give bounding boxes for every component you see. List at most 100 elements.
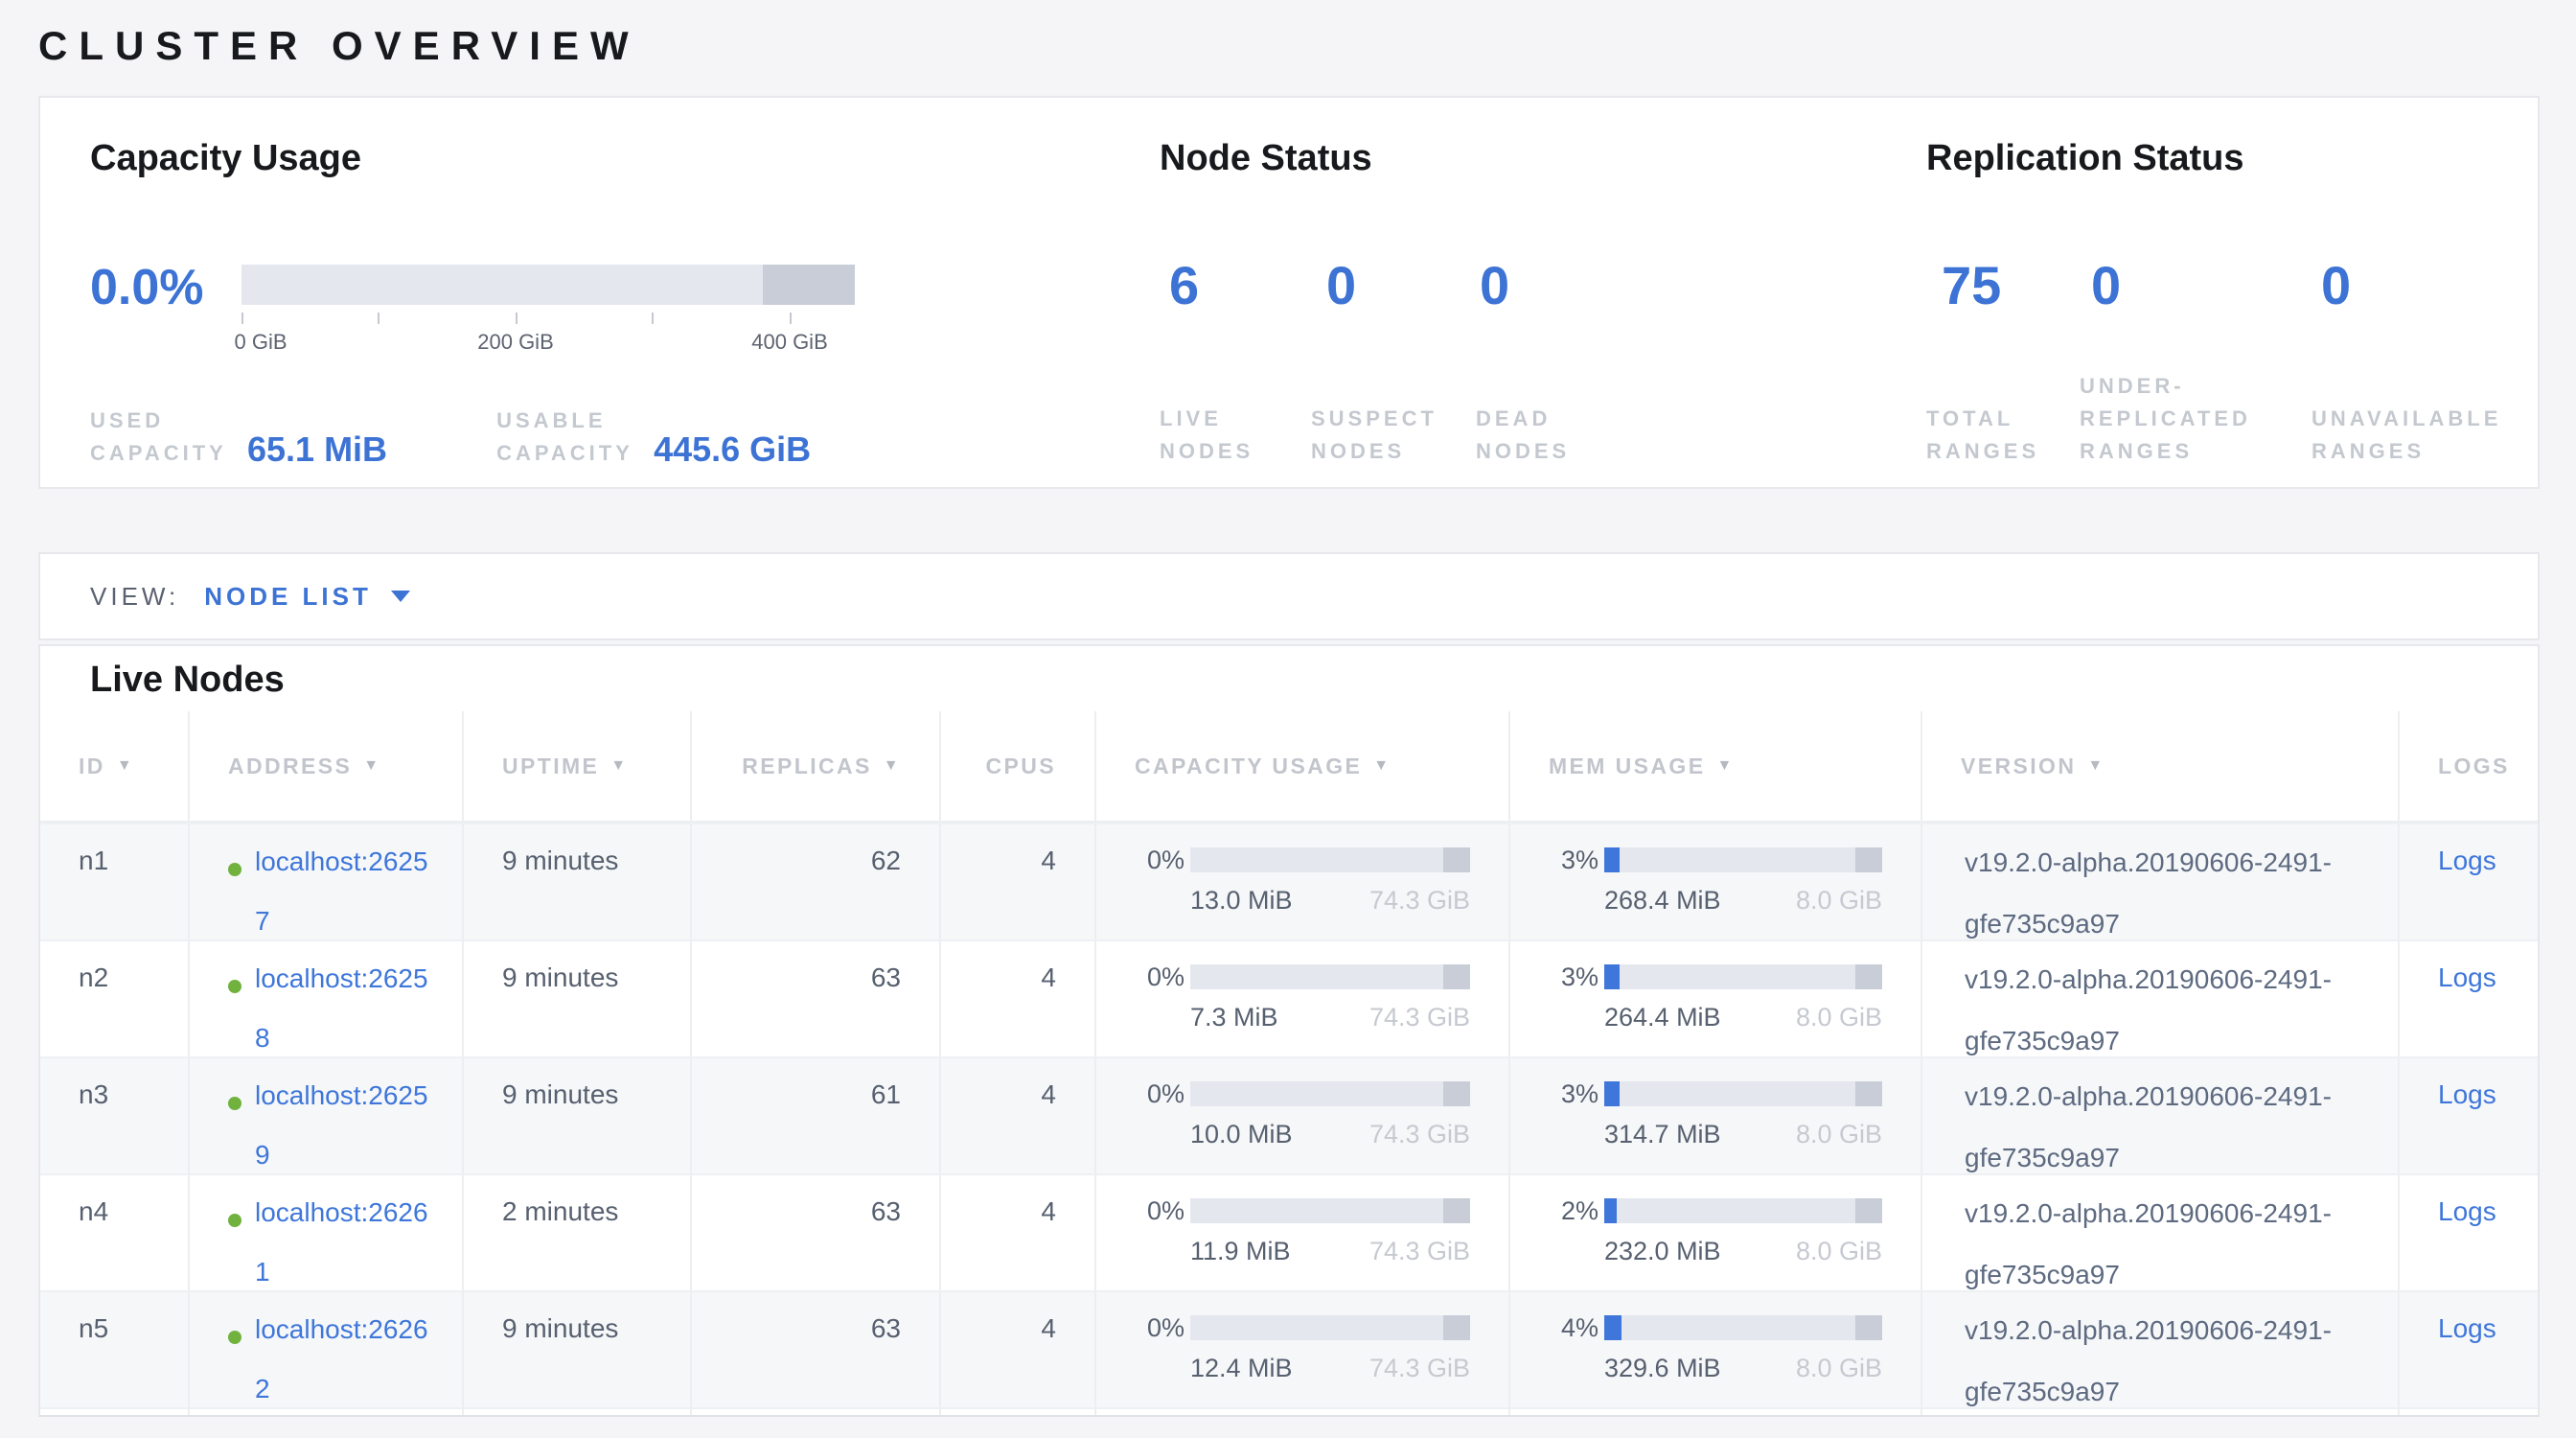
node-id-cell: n5 — [40, 1292, 188, 1407]
capacity-total-value: 74.3 GiB — [1369, 1001, 1470, 1033]
cpus-cell: 4 — [939, 1058, 1094, 1173]
mem-usage-cell: 4% 329.6 MiB 8.0 GiB — [1508, 1292, 1920, 1407]
node-address-cell: localhost:26257 — [188, 824, 462, 939]
mem-total-value: 8.0 GiB — [1796, 884, 1882, 916]
summary-card: Capacity Usage 0.0% 0 GiB 200 GiB 400 Gi… — [38, 96, 2540, 489]
cpus-cell: 4 — [939, 824, 1094, 939]
capacity-usage-title: Capacity Usage — [90, 138, 361, 179]
used-capacity-value: 65.1 MiB — [247, 431, 387, 468]
capacity-reserved-segment — [1443, 1198, 1470, 1223]
node-address-link[interactable]: localhost:26259 — [255, 1066, 443, 1173]
dead-nodes-count: 0 — [1480, 255, 1509, 316]
live-status-dot — [228, 1331, 242, 1344]
logs-link[interactable]: Logs — [2438, 1313, 2496, 1343]
mem-used-value: 268.4 MiB — [1604, 884, 1721, 916]
mem-fill — [1604, 1081, 1620, 1106]
capacity-total-value: 74.3 GiB — [1369, 1235, 1470, 1267]
node-status-title: Node Status — [1160, 138, 1372, 179]
capacity-usage-cell: 0% 7.3 MiB 74.3 GiB — [1094, 941, 1508, 1056]
uptime-cell: 9 minutes — [462, 941, 690, 1056]
replication-status-section: Replication Status 75 0 0 TOTAL RANGES U… — [1926, 98, 2530, 487]
capacity-usage-cell: 0% 12.4 MiB 74.3 GiB — [1094, 1292, 1508, 1407]
header-mem-usage[interactable]: MEM USAGE▼ — [1508, 711, 1920, 821]
capacity-reserved-segment — [1443, 964, 1470, 989]
node-status-values: 6 0 0 — [1169, 255, 1509, 316]
capacity-total-value: 74.3 GiB — [1369, 1118, 1470, 1150]
node-id-cell: n1 — [40, 824, 188, 939]
node-address-link[interactable]: localhost:26261 — [255, 1183, 443, 1290]
axis-tick — [516, 313, 518, 324]
capacity-reserved-segment — [1443, 1081, 1470, 1106]
node-address-link[interactable]: localhost:26257 — [255, 832, 443, 939]
axis-tick-label: 0 GiB — [234, 330, 287, 355]
capacity-usage-cell: 0% 13.0 MiB 74.3 GiB — [1094, 824, 1508, 939]
replicas-cell: 63 — [690, 1292, 939, 1407]
uptime-cell: 9 minutes — [462, 1292, 690, 1407]
capacity-total-value: 74.3 GiB — [1369, 1352, 1470, 1384]
header-address[interactable]: ADDRESS▼ — [188, 711, 462, 821]
mem-mini-bar — [1604, 1315, 1882, 1340]
header-version[interactable]: VERSION▼ — [1920, 711, 2398, 821]
page-title: CLUSTER OVERVIEW — [38, 23, 640, 69]
mem-used-value: 329.6 MiB — [1604, 1352, 1721, 1384]
logs-link[interactable]: Logs — [2438, 963, 2496, 992]
partial-next-row — [40, 1407, 2538, 1417]
version-cell: v19.2.0-alpha.20190606-2491-gfe735c9a97 — [1920, 941, 2398, 1056]
node-id-cell: n3 — [40, 1058, 188, 1173]
usable-capacity-label: USABLE CAPACITY — [496, 405, 638, 470]
header-replicas[interactable]: REPLICAS▼ — [690, 711, 939, 821]
mem-reserved-segment — [1855, 1198, 1882, 1223]
logs-cell: Logs — [2398, 824, 2538, 939]
mem-percent: 2% — [1537, 1192, 1598, 1230]
mem-usage-cell: 3% 264.4 MiB 8.0 GiB — [1508, 941, 1920, 1056]
mem-used-value: 264.4 MiB — [1604, 1001, 1721, 1033]
node-status-section: Node Status 6 0 0 LIVE NODES SUSPECT NOD… — [1160, 98, 1898, 487]
node-address-cell: localhost:26258 — [188, 941, 462, 1056]
mem-reserved-segment — [1855, 1081, 1882, 1106]
node-address-link[interactable]: localhost:26262 — [255, 1300, 443, 1407]
header-capacity-usage[interactable]: CAPACITY USAGE▼ — [1094, 711, 1508, 821]
header-uptime[interactable]: UPTIME▼ — [462, 711, 690, 821]
live-nodes-card: Live Nodes ID▼ ADDRESS▼ UPTIME▼ REPLICAS… — [38, 644, 2540, 1417]
replication-values: 75 0 0 — [1942, 255, 2351, 316]
capacity-mini-bar — [1190, 1198, 1470, 1223]
axis-tick-label: 400 GiB — [751, 330, 828, 355]
logs-link[interactable]: Logs — [2438, 846, 2496, 875]
header-id[interactable]: ID▼ — [40, 711, 188, 821]
logs-cell: Logs — [2398, 1058, 2538, 1173]
capacity-used-value: 7.3 MiB — [1190, 1001, 1278, 1033]
under-replicated-ranges-label: UNDER- REPLICATED RANGES — [2080, 370, 2312, 468]
version-cell: v19.2.0-alpha.20190606-2491-gfe735c9a97 — [1920, 1058, 2398, 1173]
capacity-usage-cell: 0% 10.0 MiB 74.3 GiB — [1094, 1058, 1508, 1173]
node-status-labels: LIVE NODES SUSPECT NODES DEAD NODES — [1160, 403, 1570, 468]
mem-reserved-segment — [1855, 964, 1882, 989]
cpus-cell: 4 — [939, 1292, 1094, 1407]
mem-fill — [1604, 964, 1620, 989]
mem-usage-cell: 3% 268.4 MiB 8.0 GiB — [1508, 824, 1920, 939]
sort-arrow-icon: ▼ — [1373, 757, 1391, 775]
capacity-total-value: 74.3 GiB — [1369, 884, 1470, 916]
mem-percent: 3% — [1537, 841, 1598, 879]
view-label: VIEW: — [90, 582, 179, 612]
axis-tick — [790, 313, 792, 324]
table-row: n1 localhost:26257 9 minutes 62 4 0% 13.… — [40, 823, 2538, 939]
cpus-cell: 4 — [939, 1175, 1094, 1290]
dead-nodes-label: DEAD NODES — [1476, 403, 1570, 468]
capacity-percent: 0% — [1123, 958, 1184, 996]
mem-used-value: 314.7 MiB — [1604, 1118, 1721, 1150]
view-dropdown[interactable]: NODE LIST — [204, 582, 410, 612]
axis-tick — [378, 313, 380, 324]
mem-mini-bar — [1604, 847, 1882, 872]
node-address-link[interactable]: localhost:26258 — [255, 949, 443, 1056]
capacity-percent: 0% — [1123, 1075, 1184, 1113]
replicas-cell: 63 — [690, 1175, 939, 1290]
capacity-gauge-track — [242, 265, 855, 305]
logs-link[interactable]: Logs — [2438, 1079, 2496, 1109]
replicas-cell: 63 — [690, 941, 939, 1056]
version-cell: v19.2.0-alpha.20190606-2491-gfe735c9a97 — [1920, 824, 2398, 939]
capacity-usage-section: Capacity Usage 0.0% 0 GiB 200 GiB 400 Gi… — [90, 98, 1135, 487]
capacity-mini-bar — [1190, 847, 1470, 872]
table-row: n3 localhost:26259 9 minutes 61 4 0% 10.… — [40, 1056, 2538, 1173]
logs-link[interactable]: Logs — [2438, 1196, 2496, 1226]
sort-arrow-icon: ▼ — [884, 757, 901, 775]
